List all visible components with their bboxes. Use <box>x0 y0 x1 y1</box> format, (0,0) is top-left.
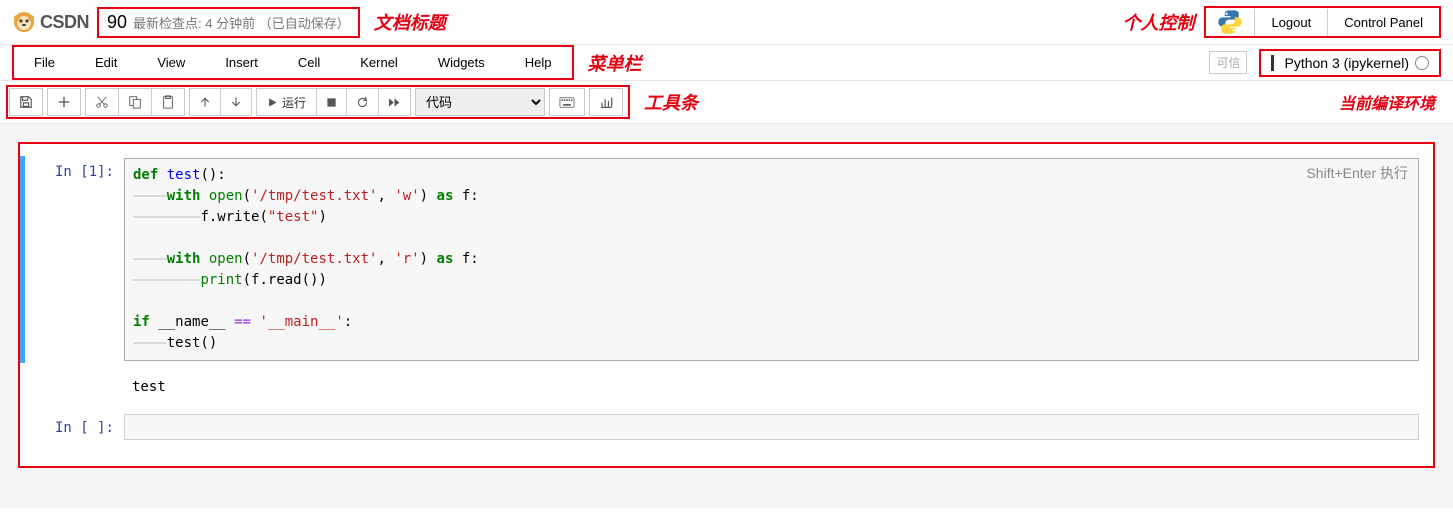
restart-button[interactable] <box>346 88 379 116</box>
stop-button[interactable] <box>316 88 347 116</box>
menu-cell[interactable]: Cell <box>278 47 340 78</box>
copy-icon <box>128 95 142 109</box>
save-icon <box>19 95 33 109</box>
annotation-toolbar: 工具条 <box>644 89 698 115</box>
menu-edit[interactable]: Edit <box>75 47 137 78</box>
arrow-up-icon <box>199 96 211 108</box>
menu-help[interactable]: Help <box>505 47 572 78</box>
header: CSDN 90 最新检查点: 4 分钟前 （已自动保存） 文档标题 个人控制 L… <box>0 0 1453 45</box>
cell-body-empty[interactable] <box>124 414 1419 440</box>
monkey-icon <box>12 10 36 34</box>
output-prompt <box>34 371 124 404</box>
cell-type-select[interactable]: 代码 <box>415 88 545 116</box>
notebook-container: 主内容区 In [1]: Shift+Enter 执行 def test(): … <box>0 124 1453 508</box>
control-panel-button[interactable]: Control Panel <box>1327 9 1439 36</box>
cell-prompt: In [1]: <box>34 158 124 361</box>
move-up-button[interactable] <box>189 88 221 116</box>
add-cell-button[interactable] <box>47 88 81 116</box>
keyboard-icon <box>559 97 575 108</box>
menu-widgets[interactable]: Widgets <box>418 47 505 78</box>
kernel-indicator[interactable]: Python 3 (ipykernel) <box>1259 49 1441 77</box>
execute-hint: Shift+Enter 执行 <box>1306 163 1408 184</box>
run-label: 运行 <box>282 94 306 111</box>
trusted-indicator[interactable]: 可信 <box>1209 51 1247 74</box>
toolbar-box: 运行 代码 <box>6 85 630 119</box>
play-icon <box>267 97 278 108</box>
output-text: test <box>132 377 1411 398</box>
code-content: def test(): ————with open('/tmp/test.txt… <box>133 165 1410 354</box>
logout-button[interactable]: Logout <box>1254 9 1327 36</box>
title-number: 90 <box>107 12 127 33</box>
annotation-login: 个人控制 <box>1122 9 1194 35</box>
login-area: Logout Control Panel <box>1204 6 1441 38</box>
chart-button[interactable] <box>589 88 623 116</box>
python-icon[interactable] <box>1206 8 1254 36</box>
kernel-name: Python 3 (ipykernel) <box>1284 55 1409 71</box>
menu-file[interactable]: File <box>14 47 75 78</box>
annotation-env: 当前编译环境 <box>1339 90 1435 114</box>
chart-icon <box>599 96 613 109</box>
copy-button[interactable] <box>118 88 152 116</box>
code-cell-2[interactable]: In [ ]: <box>20 412 1433 442</box>
kernel-status-icon <box>1415 56 1429 70</box>
annotation-title: 文档标题 <box>374 9 446 35</box>
command-palette-button[interactable] <box>549 88 585 116</box>
cell-body[interactable]: Shift+Enter 执行 def test(): ————with open… <box>124 158 1419 361</box>
save-button[interactable] <box>9 88 43 116</box>
move-down-button[interactable] <box>220 88 252 116</box>
menu-insert[interactable]: Insert <box>205 47 278 78</box>
run-button[interactable]: 运行 <box>256 88 317 116</box>
paste-button[interactable] <box>151 88 185 116</box>
menubar-row: File Edit View Insert Cell Kernel Widget… <box>0 45 1453 81</box>
plus-icon <box>57 95 71 109</box>
annotation-menubar: 菜单栏 <box>588 50 642 76</box>
menu-kernel[interactable]: Kernel <box>340 47 418 78</box>
cut-button[interactable] <box>85 88 119 116</box>
menubar: File Edit View Insert Cell Kernel Widget… <box>12 45 574 80</box>
logo[interactable]: CSDN <box>12 10 89 34</box>
scissors-icon <box>95 95 109 109</box>
arrow-down-icon <box>230 96 242 108</box>
checkpoint-status: 最新检查点: 4 分钟前 （已自动保存） <box>133 13 350 32</box>
cell-prompt: In [ ]: <box>34 414 124 440</box>
notebook-title[interactable]: 90 最新检查点: 4 分钟前 （已自动保存） <box>97 7 360 38</box>
main-content-box: 主内容区 In [1]: Shift+Enter 执行 def test(): … <box>18 142 1435 468</box>
fast-forward-icon <box>388 97 401 108</box>
stop-icon <box>326 97 337 108</box>
output-body: test <box>124 371 1419 404</box>
logo-text: CSDN <box>40 12 89 33</box>
run-all-button[interactable] <box>378 88 411 116</box>
restart-icon <box>356 96 369 109</box>
code-cell-1[interactable]: In [1]: Shift+Enter 执行 def test(): ————w… <box>20 156 1433 363</box>
toolbar: 运行 代码 工具条 当前编译环境 <box>0 81 1453 124</box>
output-cell: test <box>20 369 1433 406</box>
paste-icon <box>161 95 175 109</box>
menu-view[interactable]: View <box>137 47 205 78</box>
